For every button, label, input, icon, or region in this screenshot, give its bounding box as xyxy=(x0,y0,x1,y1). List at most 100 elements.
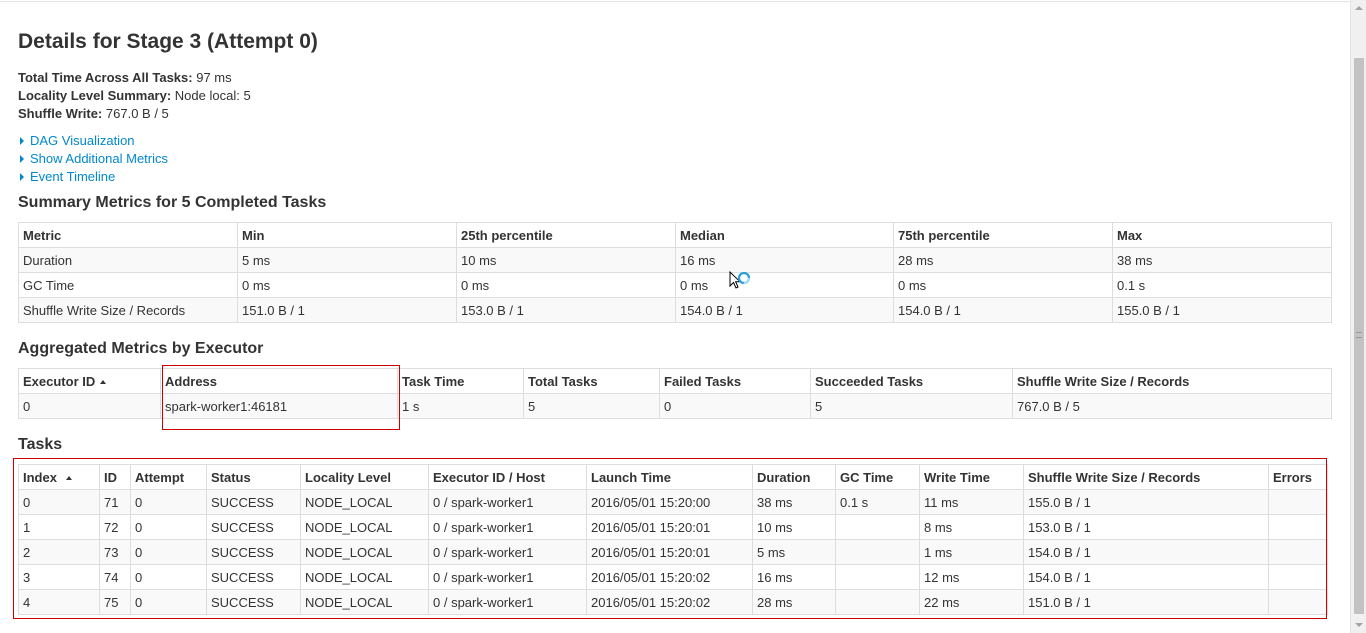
column-header[interactable]: Status xyxy=(206,464,301,490)
table-cell: 767.0 B / 5 xyxy=(1012,393,1332,419)
table-cell: 73 xyxy=(99,539,131,565)
table-cell xyxy=(835,539,920,565)
table-cell: 2016/05/01 15:20:02 xyxy=(586,589,753,615)
table-cell: 5 xyxy=(523,393,660,419)
column-header[interactable]: Shuffle Write Size / Records xyxy=(1012,368,1332,394)
scrollbar-thumb[interactable] xyxy=(1354,58,1364,614)
table-row: GC Time 0 ms 0 ms 0 ms 0 ms 0.1 s xyxy=(18,272,1332,298)
column-header[interactable]: 25th percentile xyxy=(456,222,676,248)
index-header[interactable]: Index xyxy=(18,464,100,490)
table-cell: 0 / spark-worker1 xyxy=(428,589,587,615)
scroll-down-arrow-icon[interactable] xyxy=(1355,623,1363,627)
column-header[interactable]: Attempt xyxy=(130,464,207,490)
column-header[interactable]: Failed Tasks xyxy=(659,368,811,394)
table-cell: 0 ms xyxy=(675,272,894,298)
locality-value: Node local: 5 xyxy=(174,88,251,103)
table-cell: 0 xyxy=(130,589,207,615)
event-timeline-toggle[interactable]: Event Timeline xyxy=(18,168,115,186)
total-time-value: 97 ms xyxy=(196,70,232,85)
table-cell: SUCCESS xyxy=(206,539,301,565)
table-cell xyxy=(835,564,920,590)
table-cell: NODE_LOCAL xyxy=(300,589,429,615)
table-cell: 0 xyxy=(130,539,207,565)
table-cell: 38 ms xyxy=(1112,247,1332,273)
executor-metrics-table: Executor ID Address Task Time Total Task… xyxy=(18,368,1332,419)
table-cell: 4 xyxy=(18,589,100,615)
column-header[interactable]: Address xyxy=(160,368,398,394)
table-cell xyxy=(835,589,920,615)
column-header[interactable]: Write Time xyxy=(919,464,1024,490)
shuffle-write-label: Shuffle Write: xyxy=(18,106,103,121)
sort-ascending-icon xyxy=(65,476,72,481)
table-cell: 0.1 s xyxy=(1112,272,1332,298)
table-cell: 28 ms xyxy=(893,247,1113,273)
table-cell: 10 ms xyxy=(456,247,676,273)
column-header[interactable]: Max xyxy=(1112,222,1332,248)
dag-visualization-toggle[interactable]: DAG Visualization xyxy=(18,132,135,150)
table-cell: 75 xyxy=(99,589,131,615)
column-header[interactable]: Succeeded Tasks xyxy=(810,368,1013,394)
column-header[interactable]: Errors xyxy=(1268,464,1328,490)
table-cell: 0 xyxy=(130,489,207,515)
table-cell: 154.0 B / 1 xyxy=(1023,564,1269,590)
column-header[interactable]: Executor ID / Host xyxy=(428,464,587,490)
column-header[interactable]: GC Time xyxy=(835,464,920,490)
column-header-label: Executor ID xyxy=(23,373,96,389)
tasks-table: Index ID Attempt Status Locality Level E… xyxy=(18,464,1328,615)
additional-metrics-toggle[interactable]: Show Additional Metrics xyxy=(18,150,168,168)
table-row: 0 spark-worker1:46181 1 s 5 0 5 767.0 B / 5 xyxy=(18,393,1332,419)
table-cell: 0 / spark-worker1 xyxy=(428,564,587,590)
table-row: 3 74 0 SUCCESS NODE_LOCAL 0 / spark-worker1 20… xyxy=(18,564,1328,590)
table-cell: spark-worker1:46181 xyxy=(160,393,398,419)
column-header[interactable]: 75th percentile xyxy=(893,222,1113,248)
table-cell: 0 / spark-worker1 xyxy=(428,514,587,540)
table-cell: 0 xyxy=(659,393,811,419)
table-cell: 155.0 B / 1 xyxy=(1112,297,1332,323)
table-cell: 2 xyxy=(18,539,100,565)
column-header[interactable]: Task Time xyxy=(397,368,524,394)
column-header[interactable]: Shuffle Write Size / Records xyxy=(1023,464,1269,490)
page-title: Details for Stage 3 (Attempt 0) xyxy=(18,30,318,53)
column-header[interactable]: Launch Time xyxy=(586,464,753,490)
executor-id-header[interactable]: Executor ID xyxy=(18,368,161,394)
column-header[interactable]: ID xyxy=(99,464,131,490)
table-row: Duration 5 ms 10 ms 16 ms 28 ms 38 ms xyxy=(18,247,1332,273)
summary-metrics-heading: Summary Metrics for 5 Completed Tasks xyxy=(18,194,327,211)
table-cell: 16 ms xyxy=(752,564,836,590)
table-cell: NODE_LOCAL xyxy=(300,564,429,590)
column-header[interactable]: Duration xyxy=(752,464,836,490)
scroll-up-arrow-icon[interactable] xyxy=(1355,6,1363,10)
table-cell: 5 ms xyxy=(237,247,457,273)
table-header-row: Executor ID Address Task Time Total Task… xyxy=(18,368,1332,394)
column-header[interactable]: Total Tasks xyxy=(523,368,660,394)
table-cell: 3 xyxy=(18,564,100,590)
column-header[interactable]: Median xyxy=(675,222,894,248)
table-cell: 0 ms xyxy=(237,272,457,298)
table-cell xyxy=(1268,589,1328,615)
table-cell xyxy=(1268,564,1328,590)
vertical-scrollbar[interactable] xyxy=(1350,0,1366,633)
table-cell: 38 ms xyxy=(752,489,836,515)
total-time-label: Total Time Across All Tasks: xyxy=(18,70,193,85)
column-header[interactable]: Min xyxy=(237,222,457,248)
table-cell: SUCCESS xyxy=(206,514,301,540)
table-cell: 12 ms xyxy=(919,564,1024,590)
triangle-right-icon xyxy=(20,155,24,164)
locality-summary: Locality Level Summary: Node local: 5 xyxy=(18,87,251,105)
table-cell: 0 ms xyxy=(893,272,1113,298)
table-cell: 2016/05/01 15:20:01 xyxy=(586,514,753,540)
dag-visualization-label: DAG Visualization xyxy=(30,133,135,148)
table-header-row: Index ID Attempt Status Locality Level E… xyxy=(18,464,1328,490)
table-cell: NODE_LOCAL xyxy=(300,514,429,540)
column-header[interactable]: Metric xyxy=(18,222,238,248)
table-cell: 1 s xyxy=(397,393,524,419)
table-cell: 1 ms xyxy=(919,539,1024,565)
table-cell: 0.1 s xyxy=(835,489,920,515)
table-cell: Duration xyxy=(18,247,238,273)
triangle-right-icon xyxy=(20,173,24,182)
table-cell: 0 / spark-worker1 xyxy=(428,539,587,565)
table-cell: SUCCESS xyxy=(206,589,301,615)
column-header[interactable]: Locality Level xyxy=(300,464,429,490)
table-cell: 0 xyxy=(18,393,161,419)
executor-metrics-heading: Aggregated Metrics by Executor xyxy=(18,340,264,357)
